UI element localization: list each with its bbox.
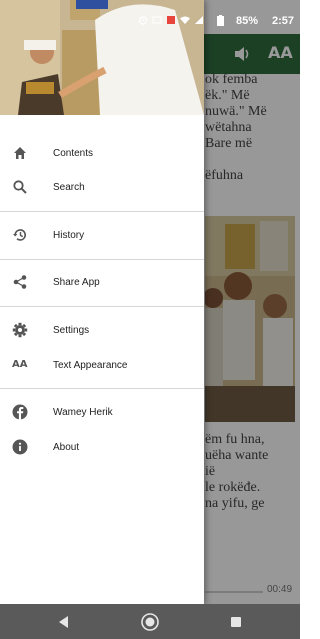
navigation-drawer: Contents Search History Share App Settin… (0, 0, 204, 604)
drawer-item-contents[interactable]: Contents (0, 136, 204, 170)
drawer-divider (0, 388, 204, 389)
text-appearance-icon: AA (12, 359, 28, 370)
history-icon (13, 229, 26, 241)
search-icon (13, 180, 27, 194)
wifi-icon (180, 16, 190, 24)
gear-icon (12, 322, 28, 338)
drawer-item-share-app[interactable]: Share App (0, 265, 204, 299)
drawer-item-label: Contents (53, 147, 94, 159)
share-icon (13, 275, 27, 289)
drawer-item-about[interactable]: About (0, 430, 204, 464)
alarm-icon (138, 16, 148, 25)
drawer-item-text-appearance[interactable]: AA Text Appearance (0, 348, 204, 382)
status-icons (138, 13, 204, 27)
drawer-item-search[interactable]: Search (0, 170, 204, 204)
drawer-item-label: About (53, 441, 80, 453)
cast-icon (152, 16, 162, 24)
drawer-item-label: Share App (53, 276, 100, 288)
drawer-item-label: Settings (53, 324, 90, 336)
drawer-item-label: History (53, 229, 85, 241)
battery-icon (217, 15, 224, 26)
info-icon (12, 439, 28, 455)
status-bar: 85% 2:57 (0, 0, 300, 34)
drawer-item-history[interactable]: History (0, 218, 204, 252)
clock: 2:57 (271, 15, 294, 27)
notification-icon (167, 16, 175, 24)
facebook-icon (12, 404, 28, 420)
drawer-divider (0, 211, 204, 212)
drawer-item-settings[interactable]: Settings (0, 313, 204, 347)
back-icon[interactable] (54, 612, 74, 632)
battery-percentage: 85% (235, 15, 258, 27)
drawer-item-label: Text Appearance (53, 359, 128, 371)
home-icon (14, 147, 26, 159)
drawer-divider (0, 259, 204, 260)
drawer-divider (0, 306, 204, 307)
home-button-icon[interactable] (140, 612, 160, 632)
system-navigation-bar (0, 604, 300, 639)
signal-icon (195, 16, 203, 24)
drawer-item-label: Wamey Herik (53, 406, 113, 418)
drawer-item-label: Search (53, 181, 85, 193)
drawer-item-wamey-herik[interactable]: Wamey Herik (0, 395, 204, 429)
recent-apps-icon[interactable] (226, 612, 246, 632)
